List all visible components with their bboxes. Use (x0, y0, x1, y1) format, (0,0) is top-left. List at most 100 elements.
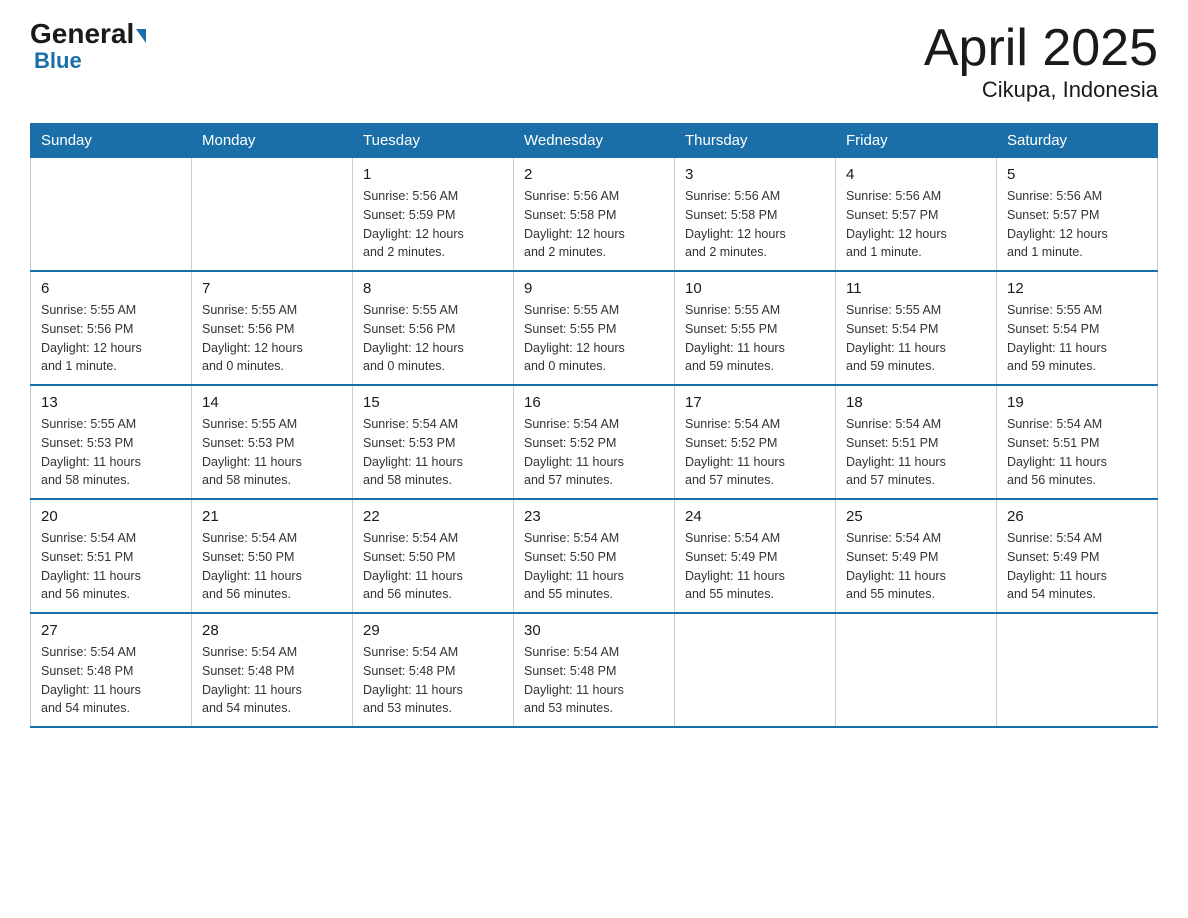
day-info: Sunrise: 5:56 AMSunset: 5:57 PMDaylight:… (846, 187, 986, 262)
calendar-cell: 20 Sunrise: 5:54 AMSunset: 5:51 PMDayligh… (31, 499, 192, 613)
day-number: 15 (363, 394, 503, 411)
calendar-cell (192, 158, 353, 272)
calendar-cell (997, 613, 1158, 727)
day-info: Sunrise: 5:54 AMSunset: 5:51 PMDaylight:… (846, 415, 986, 490)
day-number: 7 (202, 280, 342, 297)
day-info: Sunrise: 5:54 AMSunset: 5:50 PMDaylight:… (363, 529, 503, 604)
day-info: Sunrise: 5:56 AMSunset: 5:59 PMDaylight:… (363, 187, 503, 262)
title-block: April 2025 Cikupa, Indonesia (924, 20, 1158, 103)
weekday-header-monday: Monday (192, 124, 353, 158)
day-number: 30 (524, 622, 664, 639)
day-info: Sunrise: 5:54 AMSunset: 5:49 PMDaylight:… (1007, 529, 1147, 604)
day-number: 22 (363, 508, 503, 525)
day-number: 8 (363, 280, 503, 297)
calendar-cell: 15 Sunrise: 5:54 AMSunset: 5:53 PMDayligh… (353, 385, 514, 499)
day-number: 26 (1007, 508, 1147, 525)
day-info: Sunrise: 5:56 AMSunset: 5:57 PMDaylight:… (1007, 187, 1147, 262)
day-number: 14 (202, 394, 342, 411)
weekday-header-thursday: Thursday (675, 124, 836, 158)
day-info: Sunrise: 5:54 AMSunset: 5:49 PMDaylight:… (685, 529, 825, 604)
day-number: 4 (846, 166, 986, 183)
day-number: 24 (685, 508, 825, 525)
day-info: Sunrise: 5:54 AMSunset: 5:50 PMDaylight:… (202, 529, 342, 604)
calendar-cell: 22 Sunrise: 5:54 AMSunset: 5:50 PMDayligh… (353, 499, 514, 613)
calendar-cell: 27 Sunrise: 5:54 AMSunset: 5:48 PMDayligh… (31, 613, 192, 727)
calendar-cell: 21 Sunrise: 5:54 AMSunset: 5:50 PMDayligh… (192, 499, 353, 613)
weekday-header-sunday: Sunday (31, 124, 192, 158)
calendar-cell: 10 Sunrise: 5:55 AMSunset: 5:55 PMDayligh… (675, 271, 836, 385)
day-info: Sunrise: 5:55 AMSunset: 5:54 PMDaylight:… (846, 301, 986, 376)
calendar-cell: 23 Sunrise: 5:54 AMSunset: 5:50 PMDayligh… (514, 499, 675, 613)
day-number: 28 (202, 622, 342, 639)
calendar-subtitle: Cikupa, Indonesia (924, 77, 1158, 103)
day-number: 23 (524, 508, 664, 525)
day-info: Sunrise: 5:54 AMSunset: 5:48 PMDaylight:… (41, 643, 181, 718)
calendar-week-row: 13 Sunrise: 5:55 AMSunset: 5:53 PMDayligh… (31, 385, 1158, 499)
calendar-cell: 12 Sunrise: 5:55 AMSunset: 5:54 PMDayligh… (997, 271, 1158, 385)
calendar-cell: 17Sunrise: 5:54 AMSunset: 5:52 PMDayligh… (675, 385, 836, 499)
day-number: 3 (685, 166, 825, 183)
day-number: 21 (202, 508, 342, 525)
calendar-cell: 29 Sunrise: 5:54 AMSunset: 5:48 PMDayligh… (353, 613, 514, 727)
calendar-cell: 4 Sunrise: 5:56 AMSunset: 5:57 PMDaylight… (836, 158, 997, 272)
day-info: Sunrise: 5:54 AMSunset: 5:48 PMDaylight:… (202, 643, 342, 718)
calendar-cell (675, 613, 836, 727)
day-number: 18 (846, 394, 986, 411)
day-info: Sunrise: 5:55 AMSunset: 5:53 PMDaylight:… (202, 415, 342, 490)
day-info: Sunrise: 5:54 AMSunset: 5:53 PMDaylight:… (363, 415, 503, 490)
page-header: General Blue April 2025 Cikupa, Indonesi… (30, 20, 1158, 103)
calendar-cell: 8 Sunrise: 5:55 AMSunset: 5:56 PMDaylight… (353, 271, 514, 385)
calendar-cell: 6Sunrise: 5:55 AMSunset: 5:56 PMDaylight… (31, 271, 192, 385)
logo-blue-text: Blue (34, 48, 82, 73)
calendar-cell: 13Sunrise: 5:55 AMSunset: 5:53 PMDayligh… (31, 385, 192, 499)
day-info: Sunrise: 5:54 AMSunset: 5:51 PMDaylight:… (1007, 415, 1147, 490)
calendar-cell: 26 Sunrise: 5:54 AMSunset: 5:49 PMDayligh… (997, 499, 1158, 613)
calendar-cell: 7 Sunrise: 5:55 AMSunset: 5:56 PMDaylight… (192, 271, 353, 385)
day-info: Sunrise: 5:54 AMSunset: 5:51 PMDaylight:… (41, 529, 181, 604)
calendar-week-row: 1 Sunrise: 5:56 AMSunset: 5:59 PMDaylight… (31, 158, 1158, 272)
day-info: Sunrise: 5:55 AMSunset: 5:56 PMDaylight:… (202, 301, 342, 376)
day-info: Sunrise: 5:54 AMSunset: 5:48 PMDaylight:… (363, 643, 503, 718)
day-info: Sunrise: 5:55 AMSunset: 5:55 PMDaylight:… (524, 301, 664, 376)
day-info: Sunrise: 5:55 AMSunset: 5:54 PMDaylight:… (1007, 301, 1147, 376)
calendar-week-row: 27 Sunrise: 5:54 AMSunset: 5:48 PMDayligh… (31, 613, 1158, 727)
calendar-cell: 9 Sunrise: 5:55 AMSunset: 5:55 PMDaylight… (514, 271, 675, 385)
day-number: 25 (846, 508, 986, 525)
weekday-header-tuesday: Tuesday (353, 124, 514, 158)
calendar-cell: 5Sunrise: 5:56 AMSunset: 5:57 PMDaylight… (997, 158, 1158, 272)
day-number: 9 (524, 280, 664, 297)
day-info: Sunrise: 5:54 AMSunset: 5:48 PMDaylight:… (524, 643, 664, 718)
day-number: 1 (363, 166, 503, 183)
day-number: 16 (524, 394, 664, 411)
logo: General Blue (30, 20, 146, 74)
day-info: Sunrise: 5:54 AMSunset: 5:52 PMDaylight:… (524, 415, 664, 490)
calendar-cell: 11 Sunrise: 5:55 AMSunset: 5:54 PMDayligh… (836, 271, 997, 385)
day-info: Sunrise: 5:54 AMSunset: 5:50 PMDaylight:… (524, 529, 664, 604)
day-number: 12 (1007, 280, 1147, 297)
day-number: 29 (363, 622, 503, 639)
calendar-cell (836, 613, 997, 727)
calendar-cell: 18 Sunrise: 5:54 AMSunset: 5:51 PMDayligh… (836, 385, 997, 499)
calendar-cell: 1 Sunrise: 5:56 AMSunset: 5:59 PMDaylight… (353, 158, 514, 272)
calendar-table: SundayMondayTuesdayWednesdayThursdayFrid… (30, 123, 1158, 728)
calendar-title: April 2025 (924, 20, 1158, 77)
day-number: 10 (685, 280, 825, 297)
weekday-header-wednesday: Wednesday (514, 124, 675, 158)
calendar-week-row: 20 Sunrise: 5:54 AMSunset: 5:51 PMDayligh… (31, 499, 1158, 613)
day-number: 27 (41, 622, 181, 639)
day-number: 6 (41, 280, 181, 297)
calendar-cell: 3Sunrise: 5:56 AMSunset: 5:58 PMDaylight… (675, 158, 836, 272)
day-number: 2 (524, 166, 664, 183)
calendar-cell (31, 158, 192, 272)
day-number: 20 (41, 508, 181, 525)
day-info: Sunrise: 5:55 AMSunset: 5:55 PMDaylight:… (685, 301, 825, 376)
day-info: Sunrise: 5:55 AMSunset: 5:56 PMDaylight:… (363, 301, 503, 376)
weekday-header-saturday: Saturday (997, 124, 1158, 158)
calendar-cell: 25Sunrise: 5:54 AMSunset: 5:49 PMDayligh… (836, 499, 997, 613)
day-number: 13 (41, 394, 181, 411)
calendar-cell: 30 Sunrise: 5:54 AMSunset: 5:48 PMDayligh… (514, 613, 675, 727)
calendar-cell: 28 Sunrise: 5:54 AMSunset: 5:48 PMDayligh… (192, 613, 353, 727)
day-number: 11 (846, 280, 986, 297)
day-number: 17 (685, 394, 825, 411)
calendar-cell: 24 Sunrise: 5:54 AMSunset: 5:49 PMDayligh… (675, 499, 836, 613)
